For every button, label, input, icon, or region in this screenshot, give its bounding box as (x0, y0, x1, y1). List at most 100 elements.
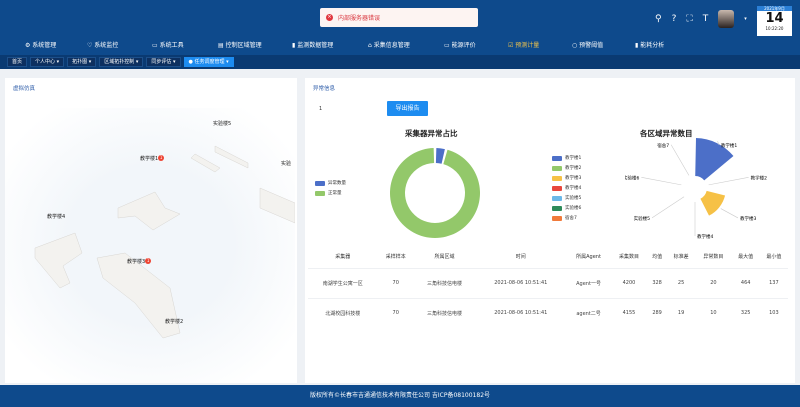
column-header: 最小值 (766, 254, 782, 261)
legend-item[interactable]: 正常量 (315, 188, 346, 198)
help-icon[interactable]: ? (672, 14, 677, 24)
building-lab5a (190, 153, 221, 173)
rose-label: 教学楼2 (751, 174, 767, 181)
tab-sync[interactable]: 同步评估 ▾ (146, 57, 181, 67)
column-header: 最大值 (738, 254, 754, 261)
legend-item[interactable]: 教学楼3 (552, 173, 581, 183)
calendar-day: 14 (765, 11, 784, 26)
tab-region[interactable]: 区域拓扑控制 ▾ (99, 57, 144, 67)
donut-legend: 异常数量 正常量 (315, 178, 346, 198)
nav-item-alert[interactable]: ○ 预警阈值 (572, 40, 603, 49)
table-cell: agent二号 (576, 310, 601, 317)
alert-badge: 1 (158, 155, 165, 161)
table-cell: 70 (392, 280, 399, 286)
column-header: 采集器 (335, 254, 351, 261)
rose-slice-2[interactable] (700, 190, 726, 216)
table-cell: 25 (677, 280, 685, 286)
nav-item-data[interactable]: ▮ 监测数据管理 (292, 40, 333, 49)
column-header: 所属Agent (576, 254, 601, 261)
avatar[interactable] (718, 10, 735, 28)
legend-item[interactable]: 教学楼2 (552, 163, 581, 173)
table-cell: 2021-08-06 10:51:41 (494, 310, 548, 317)
tab-task[interactable]: ● 任务调度管理 ▾ (183, 57, 234, 67)
alert-badge: 1 (145, 258, 152, 264)
rose-chart: 教学楼1 教学楼2 教学楼3 教学楼4 实验楼5 实验楼6 宿舍7 (625, 138, 767, 240)
rose-label: 教学楼3 (740, 215, 756, 222)
rose-label-line (708, 177, 749, 186)
table-cell: 137 (769, 280, 779, 286)
legend-item[interactable]: 宿舍7 (552, 213, 581, 223)
building-label[interactable]: 教学楼1 1 (140, 155, 165, 162)
building-teach1 (117, 191, 181, 231)
footer-copyright: 版权所有©长春市吉通通信技术有限责任公司 吉ICP备08100182号 (0, 385, 800, 407)
nav-item-energy[interactable]: ▭ 能源评价 (444, 40, 476, 49)
buildings-svg (34, 145, 296, 339)
building-label: 实验 (281, 161, 292, 167)
export-report-button[interactable]: 导出报告 (387, 101, 428, 116)
column-header: 均值 (652, 254, 663, 261)
table-cell: 19 (677, 310, 685, 317)
toast-text: 内部服务器错误 (338, 15, 381, 22)
tab-topology[interactable]: 拓扑图 ▾ (67, 57, 97, 67)
nav-item-control[interactable]: ▤ 控制区域管理 (218, 40, 262, 49)
table-cell: 4200 (622, 280, 636, 286)
table-cell: 10 (710, 310, 717, 317)
table-cell: 70 (392, 310, 399, 317)
nav-item-collect[interactable]: ⌂ 采集信息管理 (368, 40, 410, 49)
legend-item[interactable]: 异常数量 (315, 178, 346, 188)
rose-legend: 教学楼1 教学楼2 教学楼3 教学楼4 实验楼5 实验楼6 宿舍7 (552, 153, 581, 223)
rose-label: 宿舍7 (657, 142, 669, 149)
panel-title: 虚拟仿真 (13, 86, 36, 92)
fullscreen-icon[interactable]: ⛶ (686, 14, 692, 24)
table-cell: 三角科技信电楼 (427, 310, 463, 317)
table-cell: 4155 (622, 310, 636, 317)
legend-item[interactable]: 教学楼1 (552, 153, 581, 163)
table-cell: 20 (710, 280, 717, 286)
nav-item-system[interactable]: ⚙ 系统管理 (25, 40, 56, 49)
donut-slice-0[interactable] (435, 148, 445, 164)
rose-label: 教学楼4 (697, 233, 713, 240)
nav-item-forecast[interactable]: ☑ 预测计量 (508, 40, 539, 49)
table-row[interactable]: 南湖学生公寓一区 70 三角科技信电楼 2021-08-06 10:51:41 Agen… (308, 268, 788, 298)
nav-item-analysis[interactable]: ▮ 能耗分析 (635, 40, 664, 49)
rose-label-line (670, 144, 690, 176)
column-header: 所属区域 (434, 254, 455, 261)
simulation-panel: 虚拟仿真 实验楼5 教学楼1 1 实验 教学楼4 教学楼3 1 教学楼2 (5, 78, 297, 383)
chevron-down-icon[interactable]: ▾ (744, 16, 747, 22)
panel-title: 异常信息 (313, 86, 336, 92)
table-row[interactable]: 北湖校园科技楼 70 三角科技信电楼 2021-08-06 10:51:41 agent… (308, 298, 788, 328)
calendar-widget: 2021年9月 14 10:22:20 (757, 6, 792, 36)
column-header: 时间 (515, 254, 526, 261)
rose-label: 实验楼6 (625, 174, 640, 181)
legend-item[interactable]: 教学楼4 (552, 183, 581, 193)
rose-label-line (720, 208, 739, 219)
legend-item[interactable]: 实验楼5 (552, 193, 581, 203)
tab-profile[interactable]: 个人中心 ▾ (30, 57, 65, 67)
index-value: 1 (319, 106, 323, 112)
nav-item-tools[interactable]: ▭ 系统工具 (152, 40, 184, 49)
legend-item[interactable]: 实验楼6 (552, 203, 581, 213)
table-cell: 北湖校园科技楼 (325, 310, 361, 317)
building-teach4 (34, 232, 83, 289)
table-cell: 103 (769, 310, 779, 317)
table-cell: 328 (652, 280, 662, 286)
building-label[interactable]: 教学楼3 1 (127, 258, 152, 265)
rose-label-line (651, 196, 685, 219)
column-header: 异常数目 (703, 254, 724, 261)
exception-panel: 异常信息 1 导出报告 采集器异常占比 异常数量 正常量 教学楼1 教学楼2 教学楼… (305, 78, 795, 383)
table-cell: 2021-08-06 10:51:41 (494, 280, 548, 286)
rose-label-line (641, 177, 682, 186)
nav-item-monitor[interactable]: ♡ 系统监控 (87, 40, 118, 49)
3d-campus-map[interactable]: 实验楼5 教学楼1 1 实验 教学楼4 教学楼3 1 教学楼2 (5, 108, 296, 383)
table-cell: 南湖学生公寓一区 (322, 280, 363, 287)
search-icon[interactable]: ⚲ (655, 14, 662, 24)
tab-home[interactable]: 首页 (7, 57, 28, 67)
calendar-time: 10:22:20 (765, 26, 784, 31)
exception-table: 采集器 采样样本 所属区域 时间 所属Agent 采集数目 均值 标准差 异常数目 最大值 最小值 … (308, 246, 788, 328)
donut-slice-1[interactable] (390, 148, 480, 238)
building-lab (259, 187, 296, 224)
error-toast: × 内部服务器错误 (320, 8, 478, 27)
top-header: × 内部服务器错误 ⚲ ? ⛶ T ▾ 2021年9月 14 10:22:20 ⚙… (0, 0, 800, 55)
building-label: 实验楼5 (213, 121, 232, 127)
font-size-icon[interactable]: T (703, 14, 709, 24)
